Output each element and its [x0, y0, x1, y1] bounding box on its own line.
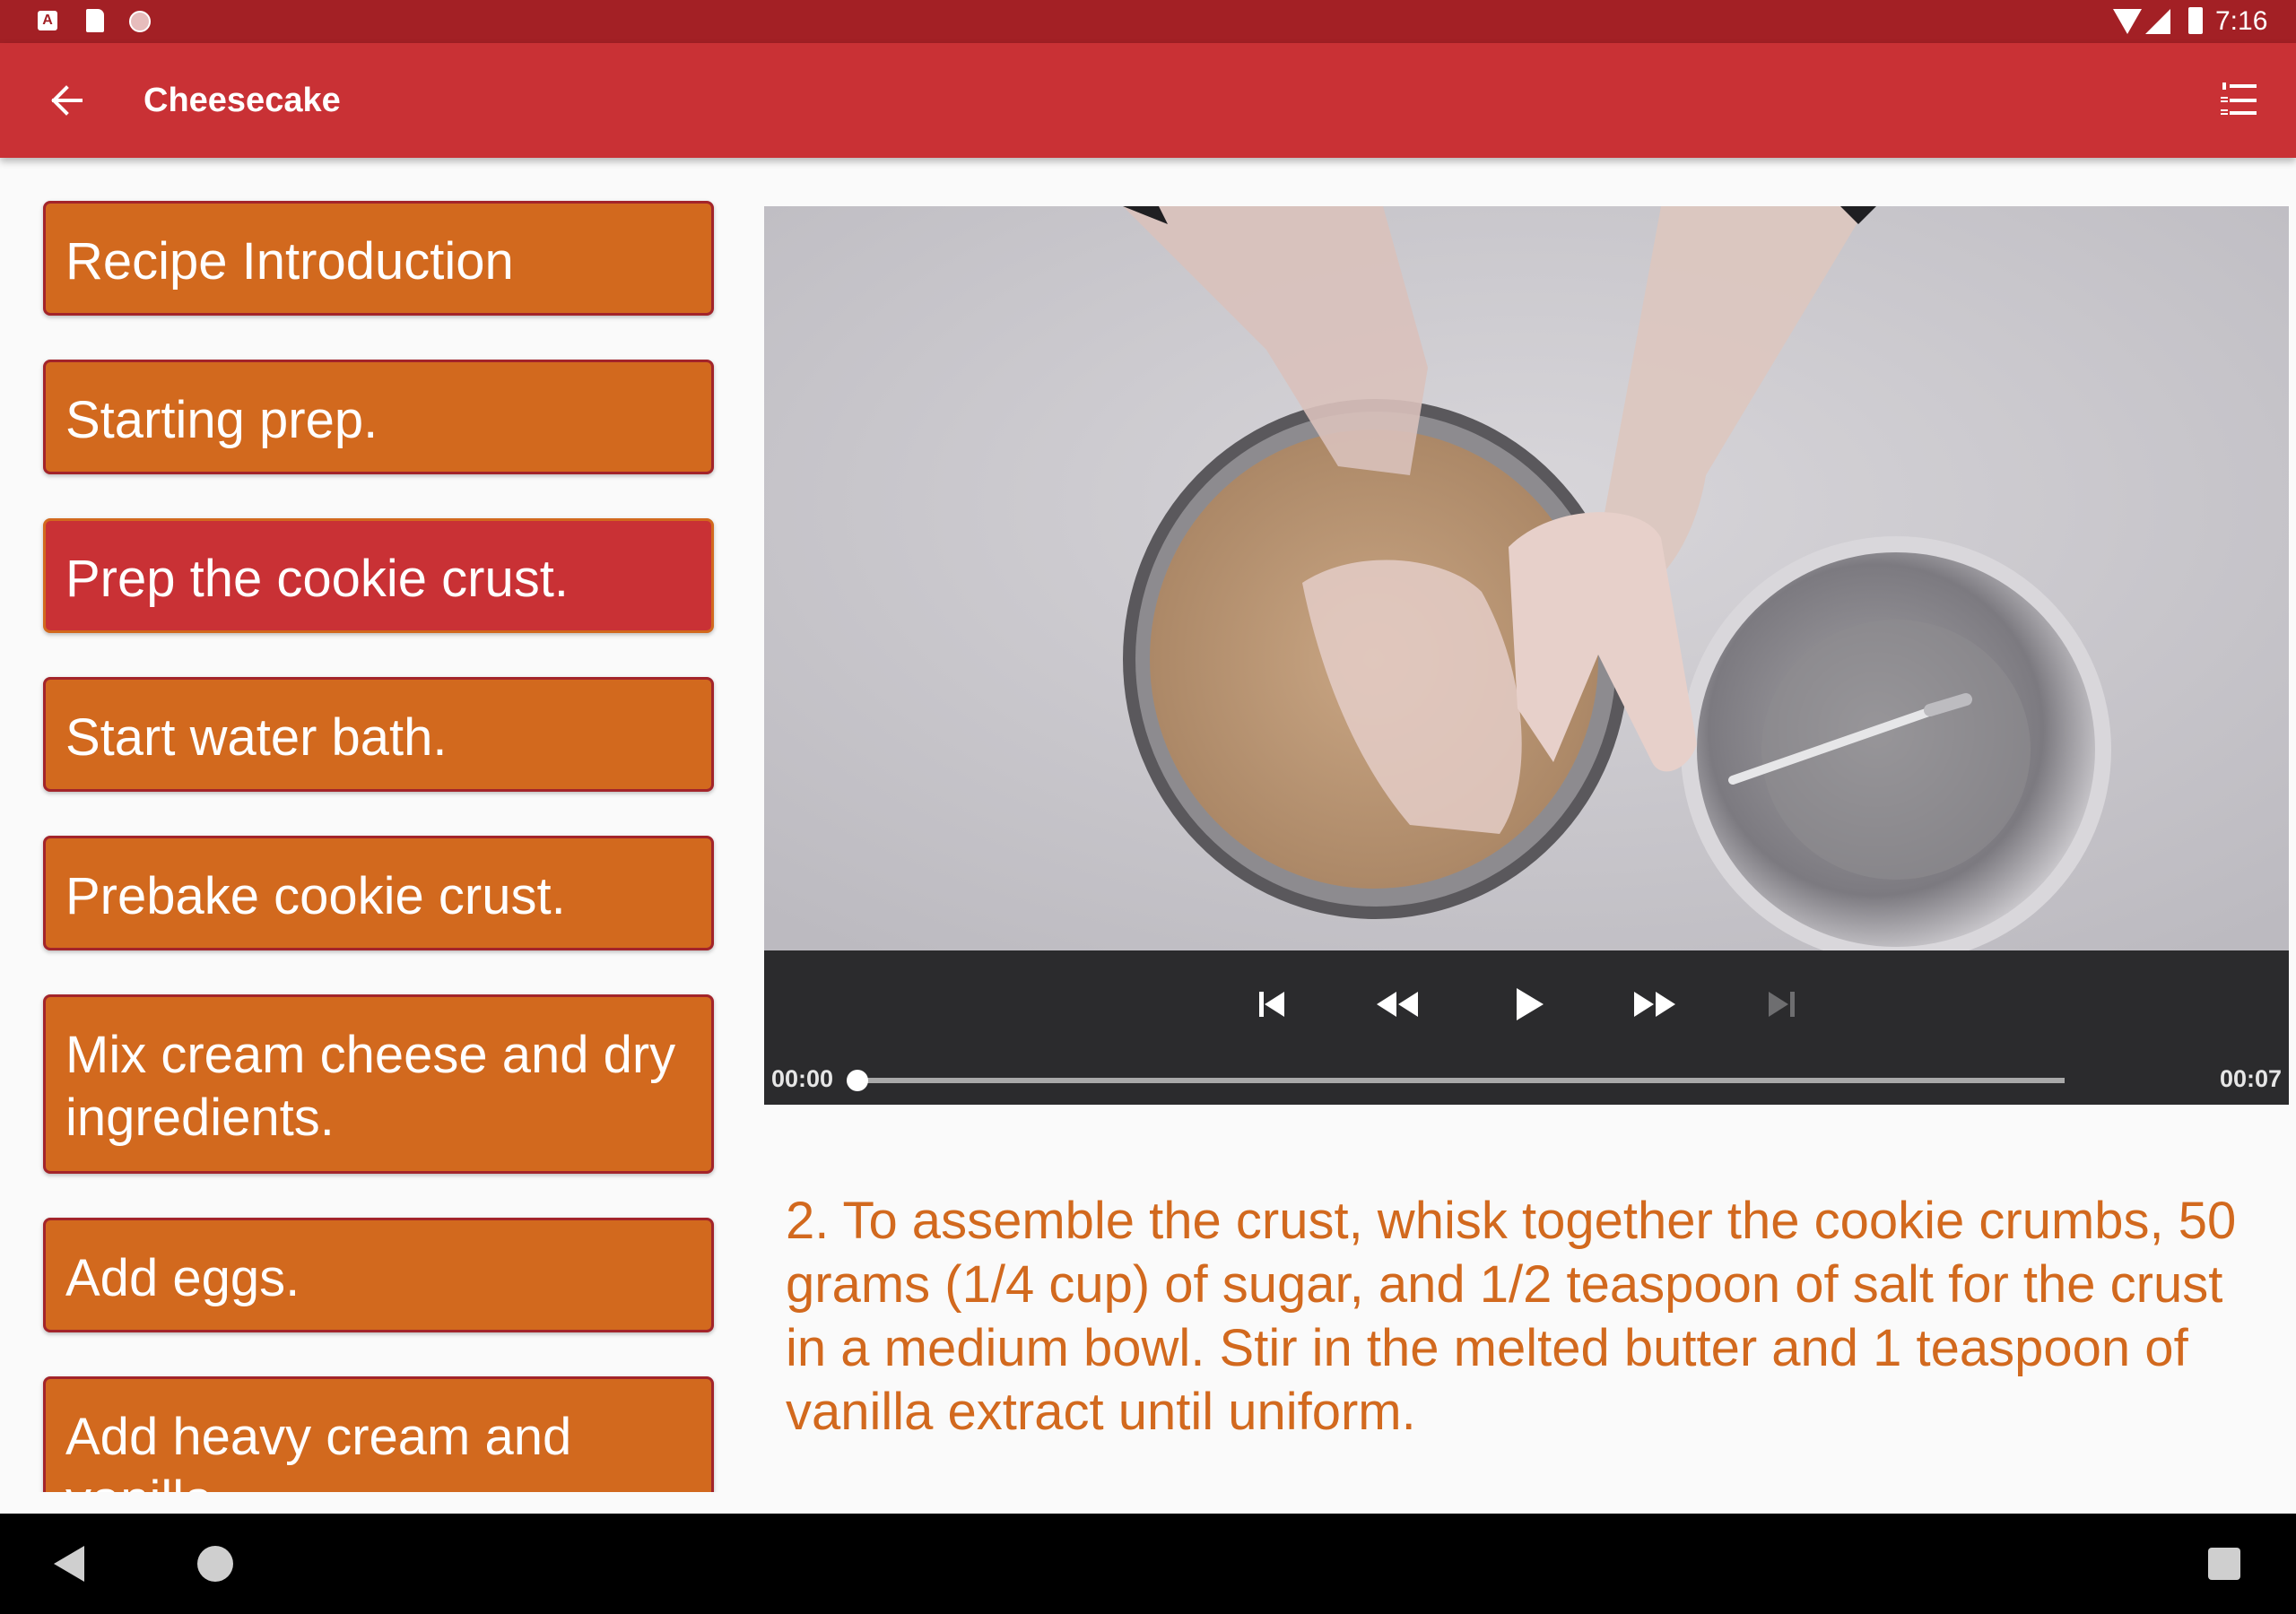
- current-time: 00:00: [771, 1065, 834, 1092]
- step-button[interactable]: Prebake cookie crust.: [43, 836, 714, 950]
- rewind-icon: [1377, 992, 1418, 1017]
- step-button[interactable]: Mix cream cheese and dry ingredients.: [43, 994, 714, 1174]
- seek-bar[interactable]: [847, 1070, 2065, 1091]
- arrow-back-icon: [51, 85, 83, 116]
- play-icon: [1517, 988, 1544, 1020]
- video-player[interactable]: [764, 206, 2289, 950]
- step-button[interactable]: Starting prep.: [43, 360, 714, 474]
- navigation-bar: [0, 1514, 2296, 1614]
- fast-forward-button[interactable]: [1618, 976, 1690, 1033]
- play-button[interactable]: [1492, 976, 1563, 1033]
- status-time: 7:16: [2215, 6, 2268, 36]
- step-button[interactable]: Recipe Introduction: [43, 201, 714, 316]
- fast-forward-icon: [1634, 992, 1675, 1017]
- cell-signal-icon: [2145, 9, 2170, 34]
- step-description: 2. To assemble the crust, whisk together…: [786, 1192, 2237, 1441]
- sd-card-icon: [86, 9, 104, 32]
- rewind-button[interactable]: [1362, 976, 1434, 1033]
- app-bar: Cheesecake: [0, 43, 2296, 158]
- a-notification-icon: A: [38, 11, 57, 30]
- steps-list: Recipe Introduction Starting prep. Prep …: [0, 158, 735, 1492]
- duration: 00:07: [2219, 1065, 2282, 1092]
- nav-back-icon[interactable]: [54, 1546, 84, 1582]
- back-button[interactable]: [32, 65, 104, 136]
- skip-next-icon: [1769, 992, 1795, 1017]
- step-button-active[interactable]: Prep the cookie crust.: [43, 518, 714, 633]
- wifi-icon: [2113, 9, 2142, 34]
- skip-next-button[interactable]: [1745, 976, 1817, 1033]
- step-button[interactable]: Start water bath.: [43, 677, 714, 792]
- skip-previous-button[interactable]: [1236, 976, 1308, 1033]
- nav-home-icon[interactable]: [197, 1546, 233, 1582]
- step-button[interactable]: Add eggs.: [43, 1218, 714, 1332]
- steps-list-button[interactable]: [2203, 65, 2274, 136]
- recording-icon: [129, 11, 151, 32]
- video-frame-image: [764, 206, 2289, 950]
- status-bar: A 7:16: [0, 0, 2296, 43]
- page-title: Cheesecake: [144, 82, 341, 119]
- player-controls: 00:00 00:07: [764, 950, 2289, 1105]
- format-list-numbered-icon: [2221, 82, 2257, 115]
- skip-previous-icon: [1259, 992, 1284, 1017]
- seek-bar-thumb[interactable]: [847, 1070, 868, 1091]
- battery-icon: [2188, 7, 2203, 34]
- step-button[interactable]: Add heavy cream and vanilla.: [43, 1376, 714, 1492]
- nav-recents-icon[interactable]: [2208, 1548, 2240, 1580]
